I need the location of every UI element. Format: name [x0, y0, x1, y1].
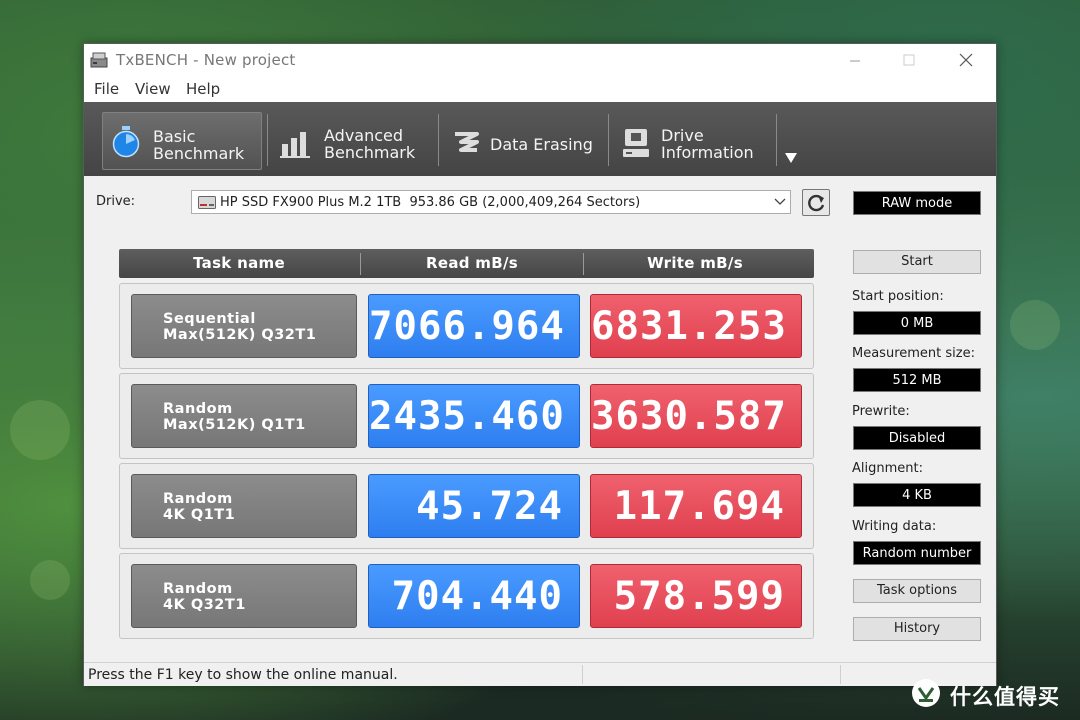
task-name-line2: 4K Q32T1 [163, 597, 246, 613]
history-button[interactable]: History [853, 617, 981, 641]
drive-label: Drive: [96, 194, 136, 209]
task-name-line1: Random [163, 401, 233, 417]
tab-advanced-label: Advanced Benchmark [324, 126, 416, 162]
main-toolbar: Basic Benchmark Advanced Benchmark Data … [84, 102, 996, 176]
task-options-button[interactable]: Task options [853, 579, 981, 603]
tab-dropdown-arrow-icon[interactable] [784, 152, 798, 164]
prewrite-label: Prewrite: [852, 404, 910, 419]
result-row-random-512k: Random Max(512K) Q1T1 2435.460 3630.587 [119, 373, 814, 459]
read-speed-value: 2435.460 [368, 384, 580, 448]
result-row-random-4k-q32t1: Random 4K Q32T1 704.440 578.599 [119, 553, 814, 639]
measurement-size-label: Measurement size: [852, 346, 975, 361]
write-speed-value: 3630.587 [590, 384, 802, 448]
app-icon [90, 52, 108, 68]
write-speed-value: 578.599 [590, 564, 802, 628]
status-bar: Press the F1 key to show the online manu… [84, 662, 996, 686]
read-speed-value: 704.440 [368, 564, 580, 628]
tab-drive-information-label: Drive Information [661, 126, 754, 162]
column-header-task-name: Task name [193, 254, 285, 272]
tab-basic-benchmark[interactable]: Basic Benchmark [102, 112, 262, 170]
tab-advanced-benchmark[interactable]: Advanced Benchmark [274, 112, 434, 170]
watermark-text: 什么值得买 [950, 685, 1060, 709]
alignment-field[interactable]: 4 KB [853, 483, 981, 507]
menu-file[interactable]: File [94, 80, 119, 98]
tab-divider [776, 114, 777, 166]
writing-data-field[interactable]: Random number [853, 541, 981, 565]
task-name-line2: Max(512K) Q32T1 [163, 327, 317, 343]
drive-icon [623, 129, 649, 157]
start-position-label: Start position: [852, 289, 944, 304]
prewrite-field[interactable]: Disabled [853, 426, 981, 450]
task-name-button[interactable]: Random 4K Q1T1 [131, 474, 357, 538]
background-bokeh [30, 560, 70, 600]
writing-data-label: Writing data: [852, 519, 937, 534]
column-header-write: Write mB/s [647, 254, 743, 272]
chevron-down-icon [774, 198, 786, 205]
app-window: TxBENCH - New project File View Help Bas… [83, 43, 997, 686]
start-position-field[interactable]: 0 MB [853, 311, 981, 335]
tab-data-erasing[interactable]: Data Erasing [446, 112, 606, 170]
task-name-line1: Random [163, 581, 233, 597]
results-table-header: Task name Read mB/s Write mB/s [119, 249, 814, 278]
task-name-line1: Sequential [163, 311, 256, 327]
status-divider [840, 665, 841, 684]
bar-chart-icon [280, 132, 310, 158]
background-bokeh [1010, 300, 1060, 350]
write-speed-value: 117.694 [590, 474, 802, 538]
smzdm-logo-icon [912, 679, 940, 707]
drive-select-value: HP SSD FX900 Plus M.2 1TB 953.86 GB (2,0… [220, 195, 641, 210]
result-row-random-4k-q1t1: Random 4K Q1T1 45.724 117.694 [119, 463, 814, 549]
menu-help[interactable]: Help [186, 80, 220, 98]
tab-basic-label: Basic Benchmark [153, 127, 245, 163]
read-speed-value: 7066.964 [368, 294, 580, 358]
tab-divider [267, 114, 268, 166]
tab-drive-information[interactable]: Drive Information [616, 112, 776, 170]
minimize-button[interactable] [832, 44, 878, 76]
window-title: TxBENCH - New project [116, 51, 296, 69]
task-name-line1: Random [163, 491, 233, 507]
eraser-icon [455, 132, 479, 152]
tab-data-erasing-label: Data Erasing [490, 135, 593, 154]
status-divider [582, 665, 583, 684]
start-button[interactable]: Start [853, 250, 981, 274]
stopwatch-icon [112, 126, 140, 158]
write-speed-value: 6831.253 [590, 294, 802, 358]
task-name-button[interactable]: Random Max(512K) Q1T1 [131, 384, 357, 448]
maximize-button[interactable] [886, 44, 932, 76]
refresh-drives-button[interactable] [802, 189, 830, 216]
background-bokeh [10, 400, 70, 460]
task-name-button[interactable]: Sequential Max(512K) Q32T1 [131, 294, 357, 358]
refresh-icon [808, 194, 825, 212]
hdd-icon [198, 196, 216, 209]
task-name-line2: 4K Q1T1 [163, 507, 236, 523]
read-speed-value: 45.724 [368, 474, 580, 538]
title-bar[interactable]: TxBENCH - New project [84, 44, 996, 76]
tab-divider [608, 114, 609, 166]
task-name-line2: Max(512K) Q1T1 [163, 417, 306, 433]
drive-select[interactable]: HP SSD FX900 Plus M.2 1TB 953.86 GB (2,0… [191, 190, 791, 214]
tab-divider [438, 114, 439, 166]
menu-bar: File View Help [84, 76, 996, 102]
column-header-read: Read mB/s [426, 254, 518, 272]
measurement-size-field[interactable]: 512 MB [853, 368, 981, 392]
menu-view[interactable]: View [135, 80, 171, 98]
close-button[interactable] [942, 44, 988, 76]
status-text: Press the F1 key to show the online manu… [88, 667, 398, 683]
raw-mode-toggle[interactable]: RAW mode [853, 191, 981, 215]
alignment-label: Alignment: [852, 461, 923, 476]
task-name-button[interactable]: Random 4K Q32T1 [131, 564, 357, 628]
result-row-sequential: Sequential Max(512K) Q32T1 7066.964 6831… [119, 283, 814, 369]
